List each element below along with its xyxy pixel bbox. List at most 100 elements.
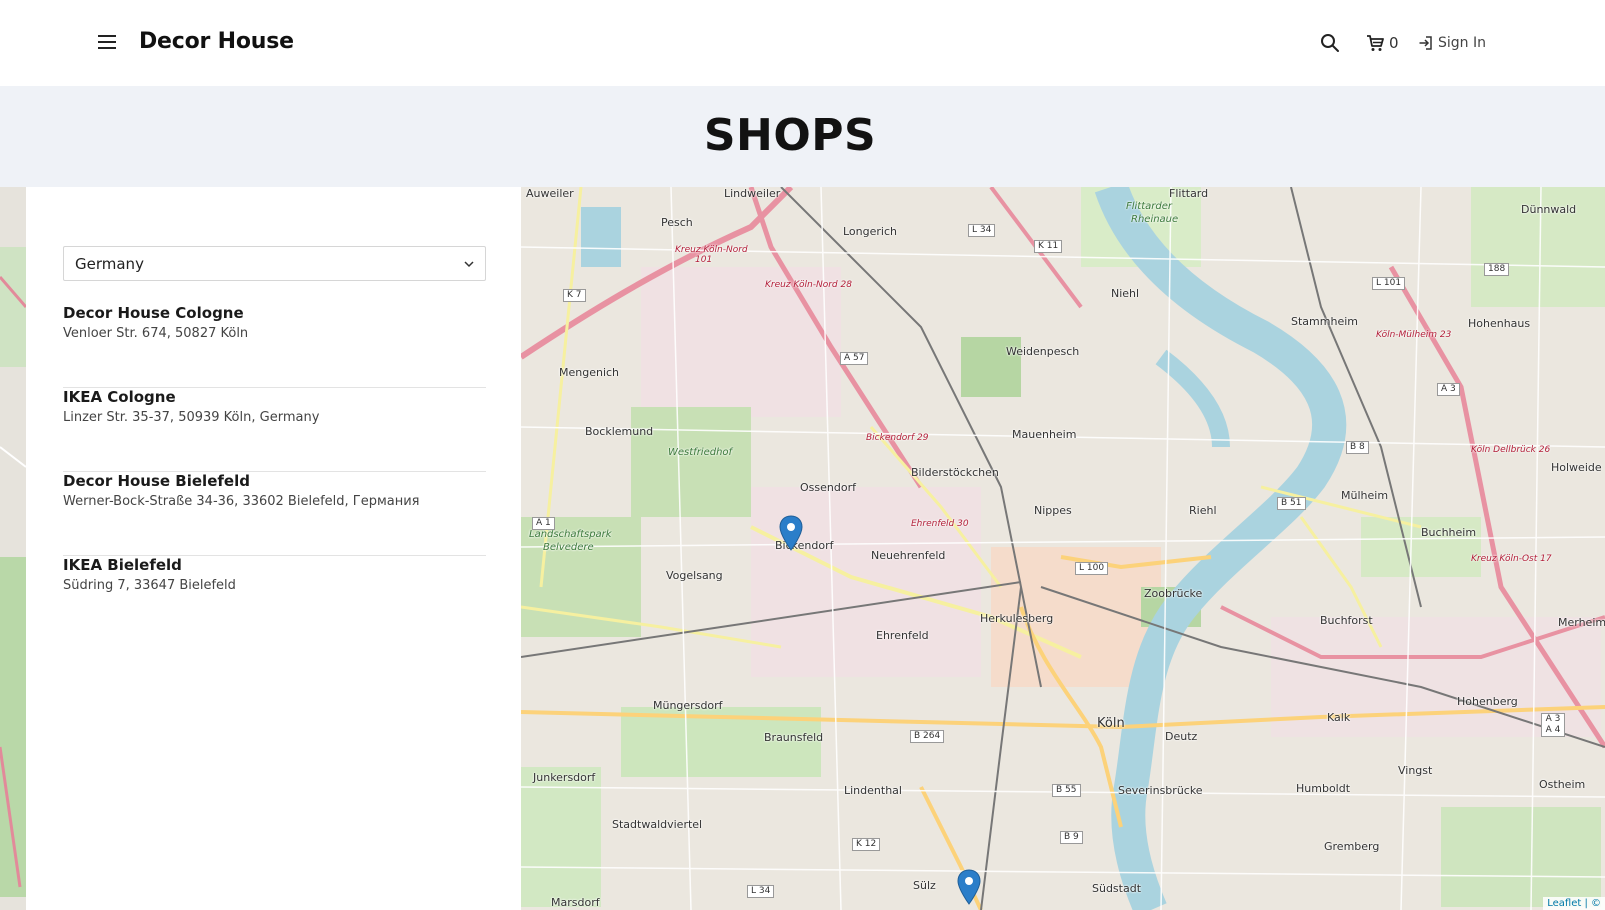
map-label: Lindenthal: [844, 784, 902, 797]
cart-count: 0: [1389, 34, 1399, 52]
map-label: Landschaftspark: [529, 529, 612, 540]
map-label: Braunsfeld: [764, 731, 824, 744]
map-label: 101: [695, 255, 713, 265]
map-label: Sülz: [913, 879, 936, 892]
sign-in-label: Sign In: [1438, 35, 1486, 51]
map-label: Buchforst: [1320, 614, 1373, 627]
shop-address: Linzer Str. 35-37, 50939 Köln, Germany: [63, 410, 320, 425]
road-shield: L 101: [1372, 277, 1406, 290]
map-label: Kreuz Köln-Nord: [675, 245, 748, 255]
road-shield: K 7: [563, 289, 586, 302]
map-label: Severinsbrücke: [1118, 784, 1203, 797]
shop-address: Venloer Str. 674, 50827 Köln: [63, 326, 249, 341]
map-label: Mengenich: [559, 366, 620, 379]
map-label: Niehl: [1111, 287, 1140, 300]
cart-button[interactable]: 0: [1366, 33, 1399, 53]
country-select-value: Germany: [75, 255, 144, 273]
map-label: Bickendorf 29: [866, 433, 929, 443]
map-label: Stammheim: [1291, 315, 1358, 328]
map-label: Westfriedhof: [668, 447, 733, 458]
sign-in-link[interactable]: Sign In: [1418, 33, 1486, 53]
road-shield: K 11: [1034, 240, 1063, 253]
map-marker-icon[interactable]: [957, 869, 981, 905]
shop-name: Decor House Cologne: [63, 304, 244, 322]
map-label: Köln: [1097, 716, 1125, 731]
menu-icon[interactable]: [98, 34, 116, 50]
map-label: Longerich: [843, 225, 897, 238]
shops-map[interactable]: Auweiler Lindweiler Flittard Dünnwald Pe…: [521, 187, 1605, 910]
road-shield: B 264: [910, 730, 945, 743]
page-title: SHOPS: [703, 110, 877, 161]
map-label: Lindweiler: [724, 187, 781, 200]
map-label: Müngersdorf: [653, 699, 723, 712]
shop-address: Werner-Bock-Straße 34-36, 33602 Bielefel…: [63, 494, 420, 509]
shop-item[interactable]: IKEA Bielefeld Südring 7, 33647 Bielefel…: [63, 556, 486, 640]
map-label: Dünnwald: [1521, 203, 1577, 216]
map-label: Kreuz Köln-Nord 28: [765, 280, 852, 290]
map-attribution[interactable]: Leaflet | ©: [1543, 897, 1605, 910]
site-header: Decor House 0 Sign In: [0, 0, 1605, 86]
map-label: Hohenhaus: [1468, 317, 1531, 330]
map-label: Vingst: [1398, 764, 1433, 777]
map-label: Gremberg: [1324, 840, 1380, 853]
map-label: Zoobrücke: [1144, 587, 1203, 600]
road-shield: B 51: [1277, 497, 1306, 510]
map-label: Vogelsang: [666, 569, 723, 582]
road-shield: B 55: [1052, 784, 1081, 797]
map-label: Buchheim: [1421, 526, 1477, 539]
map-label: Rheinaue: [1131, 214, 1179, 225]
shop-item[interactable]: IKEA Cologne Linzer Str. 35-37, 50939 Kö…: [63, 388, 486, 472]
road-shield: B 8: [1346, 441, 1369, 454]
map-label: Köln Dellbrück 26: [1471, 445, 1551, 455]
shop-address: Südring 7, 33647 Bielefeld: [63, 578, 236, 593]
shop-name: IKEA Bielefeld: [63, 556, 182, 574]
map-label: Humboldt: [1296, 782, 1351, 795]
shop-list-panel: Germany Decor House Cologne Venloer Str.…: [26, 187, 521, 910]
shop-item[interactable]: Decor House Bielefeld Werner-Bock-Straße…: [63, 472, 486, 556]
map-label: Kalk: [1327, 711, 1351, 724]
map-label: Bilderstöckchen: [911, 466, 999, 479]
sign-in-icon: [1419, 36, 1432, 50]
map-label: Ehrenfeld 30: [911, 519, 969, 529]
map-marker-icon[interactable]: [779, 515, 803, 551]
map-label: Mauenheim: [1012, 428, 1077, 441]
map-label: Holweide: [1551, 461, 1602, 474]
chevron-down-icon: [464, 261, 474, 268]
map-label: Neuehrenfeld: [871, 549, 946, 562]
road-shield: L 100: [1075, 562, 1109, 575]
road-shield: A 3: [1437, 383, 1460, 396]
map-label: Hohenberg: [1457, 695, 1518, 708]
map-label: Bocklemund: [585, 425, 654, 438]
map-label: Deutz: [1165, 730, 1198, 743]
road-shield: 188: [1484, 263, 1510, 276]
map-label: Marsdorf: [551, 896, 600, 909]
map-label: Auweiler: [526, 187, 574, 200]
road-shield: A 1: [532, 517, 555, 530]
search-icon[interactable]: [1320, 33, 1340, 53]
map-label: Nippes: [1034, 504, 1072, 517]
map-label: Stadtwaldviertel: [612, 818, 703, 831]
shop-name: Decor House Bielefeld: [63, 472, 250, 490]
map-label: Ehrenfeld: [876, 629, 929, 642]
road-shield: K 12: [852, 838, 881, 851]
map-label: Mülheim: [1341, 489, 1389, 502]
map-label: Südstadt: [1092, 882, 1142, 895]
road-shield: A 57: [840, 352, 869, 365]
map-label: Flittard: [1169, 187, 1209, 200]
map-label: Pesch: [661, 216, 693, 229]
road-shield: B 9: [1060, 831, 1083, 844]
road-shield: L 34: [968, 224, 996, 237]
map-label: Herkulesberg: [980, 612, 1054, 625]
map-label: Merheim: [1558, 616, 1605, 629]
map-edge: [0, 187, 26, 910]
road-shield: L 34: [747, 885, 775, 898]
map-label: Köln-Mülheim 23: [1376, 330, 1452, 340]
shop-name: IKEA Cologne: [63, 388, 176, 406]
road-shield: A 3 A 4: [1541, 713, 1565, 737]
brand-logo[interactable]: Decor House: [139, 29, 294, 54]
page-hero: SHOPS: [0, 86, 1605, 187]
map-label: Kreuz Köln-Ost 17: [1471, 554, 1552, 564]
shop-item[interactable]: Decor House Cologne Venloer Str. 674, 50…: [63, 304, 486, 388]
map-label: Ostheim: [1539, 778, 1586, 791]
country-select[interactable]: Germany: [63, 246, 486, 281]
